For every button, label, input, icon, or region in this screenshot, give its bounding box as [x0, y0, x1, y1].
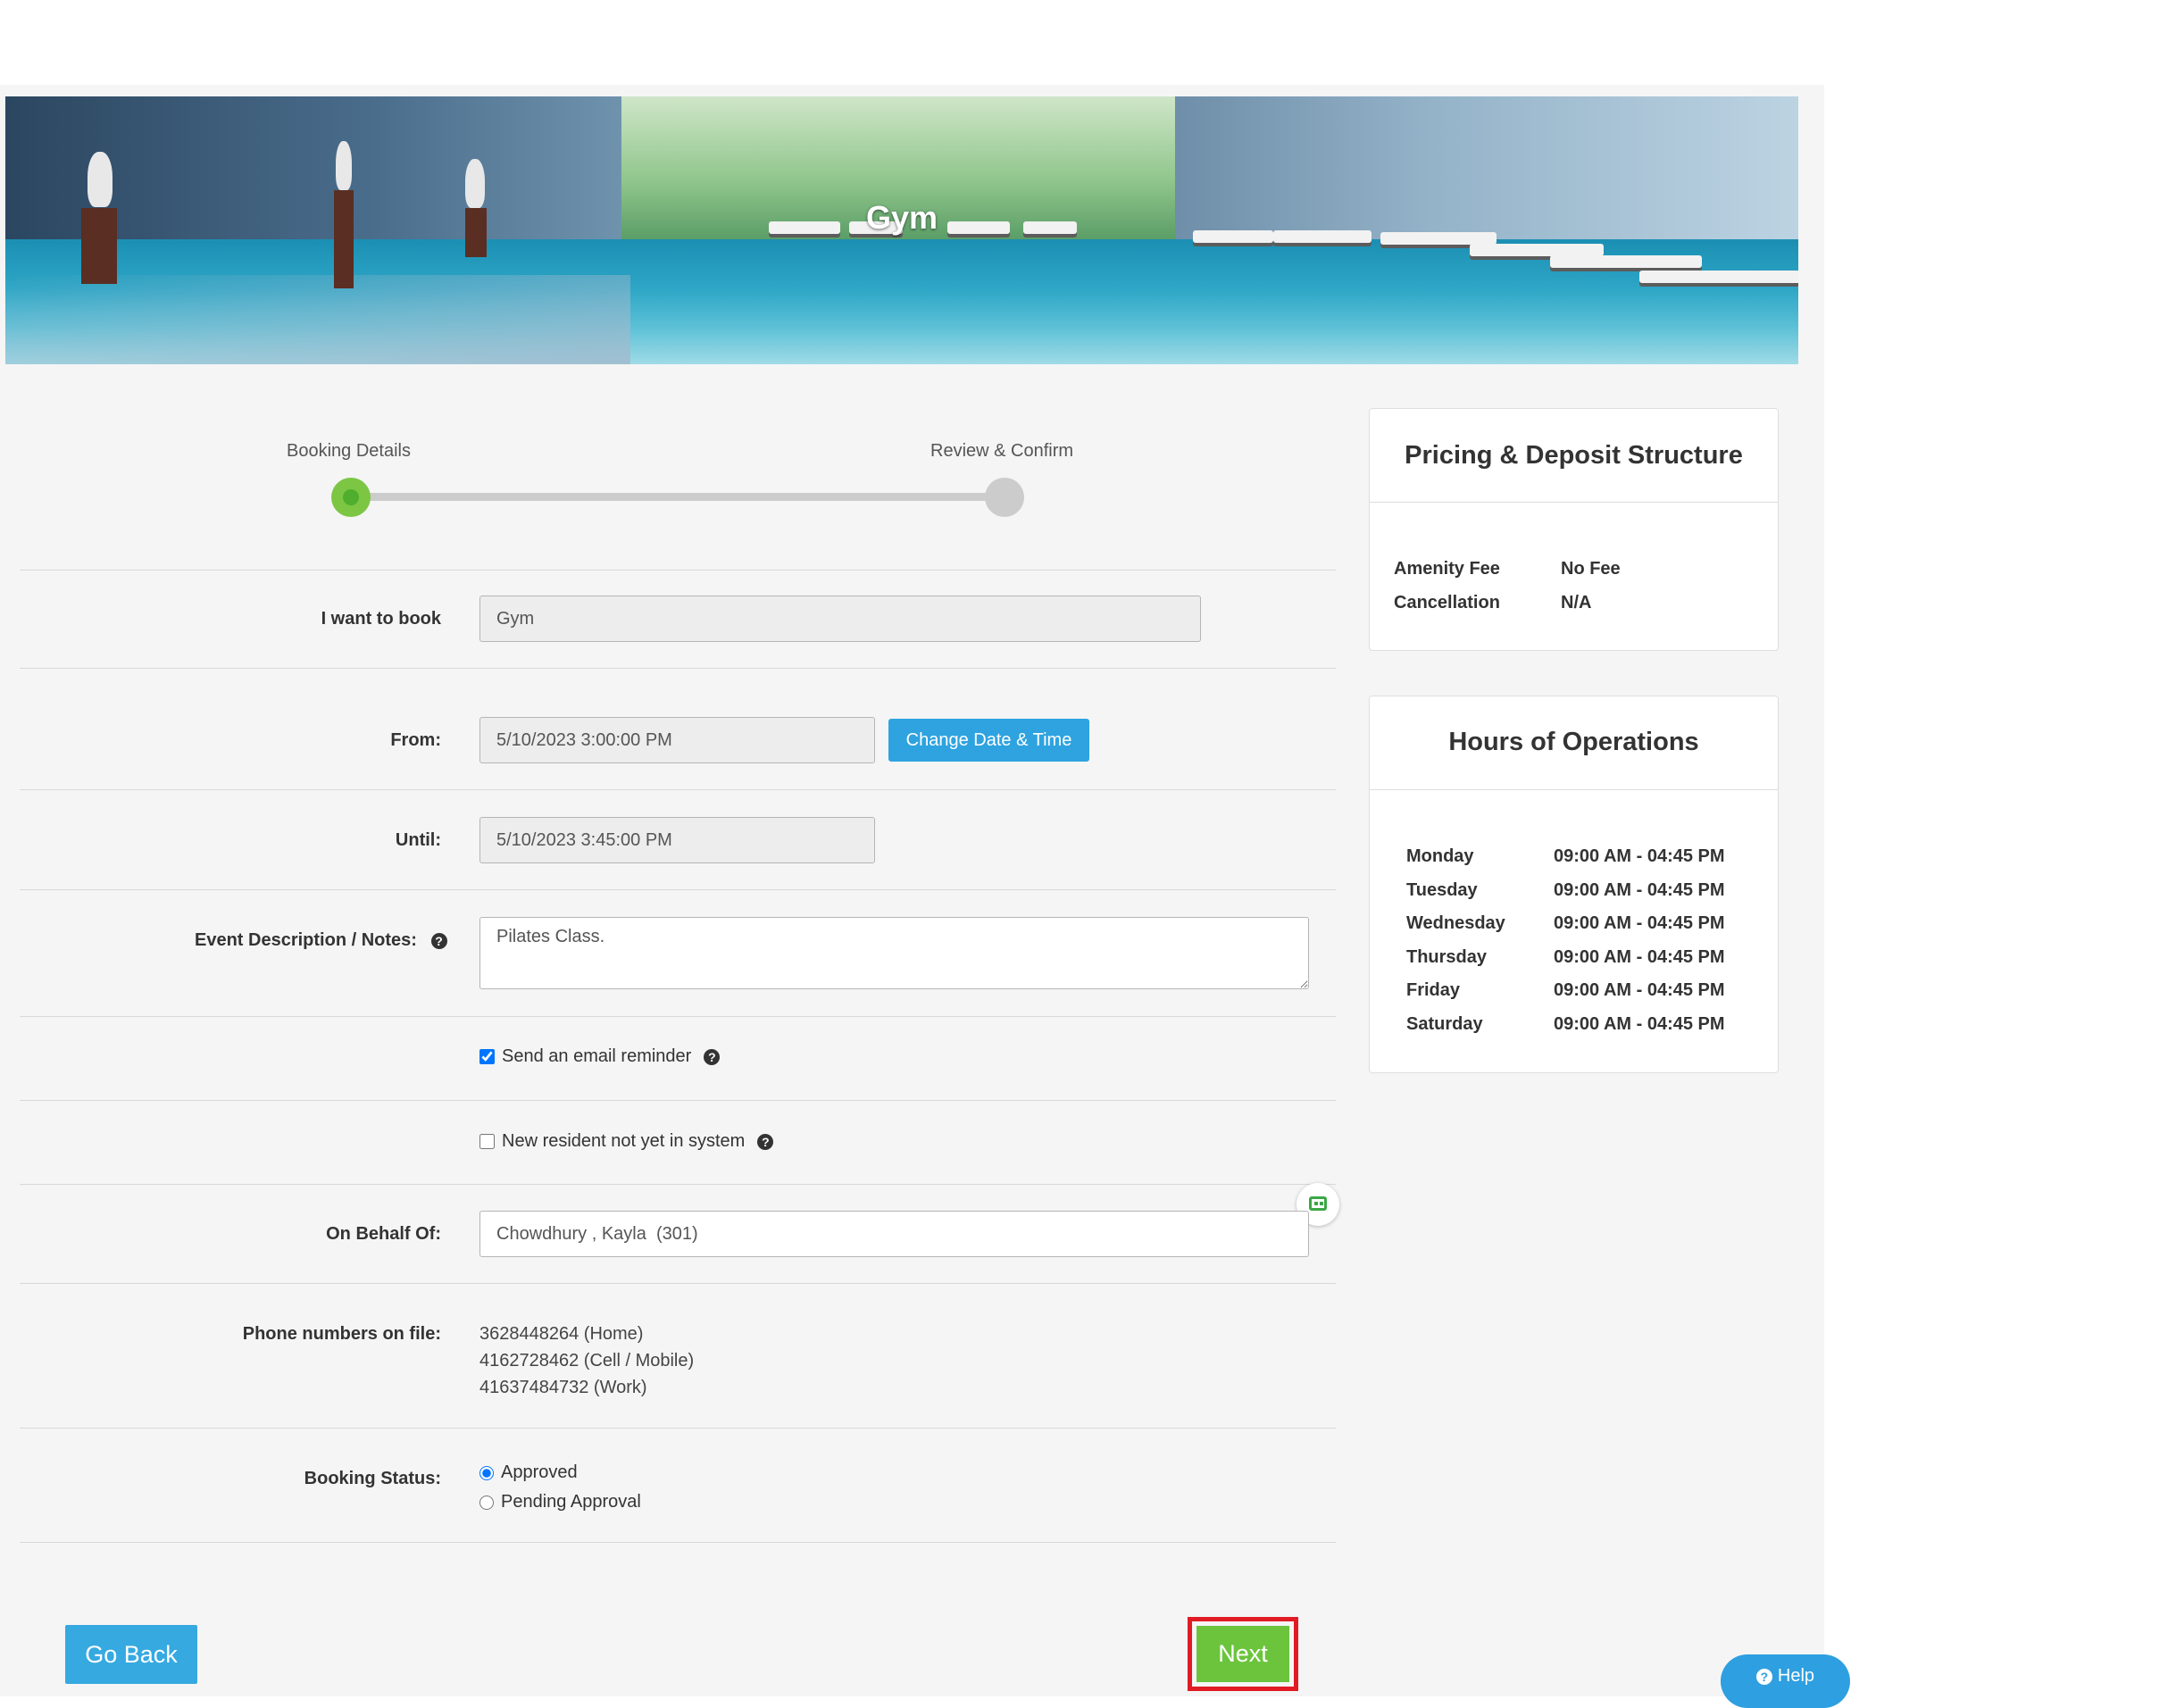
hours-time-saturday: 09:00 AM - 04:45 PM: [1554, 1014, 1725, 1034]
step-review-confirm-label: Review & Confirm: [930, 441, 1074, 461]
divider: [20, 1016, 1336, 1017]
question-circle-icon[interactable]: ?: [704, 1048, 721, 1065]
behalf-label: On Behalf Of:: [326, 1224, 441, 1244]
phones-label: Phone numbers on file:: [242, 1324, 441, 1344]
hours-time-friday: 09:00 AM - 04:45 PM: [1554, 980, 1725, 1000]
hours-time-thursday: 09:00 AM - 04:45 PM: [1554, 947, 1725, 967]
divider: [20, 789, 1336, 790]
new-resident-row: New resident not yet in system ?: [479, 1131, 774, 1152]
from-label: From:: [390, 730, 441, 750]
next-button[interactable]: Next: [1196, 1626, 1289, 1682]
email-reminder-checkbox[interactable]: [479, 1049, 495, 1064]
behalf-input[interactable]: [479, 1211, 1309, 1257]
phone-home: 3628448264 (Home): [479, 1324, 644, 1344]
pricing-amenity-fee-label: Amenity Fee: [1394, 559, 1500, 579]
divider: [20, 1283, 1336, 1284]
banner-title: Gym: [865, 199, 938, 236]
divider: [20, 1100, 1336, 1101]
from-datetime-input[interactable]: [479, 717, 875, 763]
until-datetime-input[interactable]: [479, 817, 875, 863]
hours-day-monday: Monday: [1406, 846, 1474, 866]
stepper-track: [350, 493, 1005, 501]
help-button[interactable]: ? Help: [1721, 1654, 1850, 1708]
divider: [20, 1428, 1336, 1429]
divider: [20, 1542, 1336, 1543]
change-date-time-button[interactable]: Change Date & Time: [888, 719, 1089, 762]
question-circle-icon[interactable]: ?: [757, 1133, 774, 1150]
help-button-label: Help: [1777, 1665, 1815, 1686]
hours-time-tuesday: 09:00 AM - 04:45 PM: [1554, 880, 1725, 900]
email-reminder-label: Send an email reminder: [502, 1046, 692, 1066]
divider: [20, 889, 1336, 890]
book-label: I want to book: [321, 609, 441, 629]
hours-day-tuesday: Tuesday: [1406, 880, 1478, 900]
pricing-title: Pricing & Deposit Structure: [1405, 441, 1743, 470]
status-pending-row: Pending Approval: [479, 1492, 641, 1512]
hours-day-wednesday: Wednesday: [1406, 913, 1505, 933]
step-booking-details-dot: [331, 478, 371, 517]
status-pending-radio[interactable]: [479, 1495, 494, 1510]
pricing-card: Pricing & Deposit Structure Amenity Fee …: [1369, 408, 1779, 651]
hours-day-saturday: Saturday: [1406, 1014, 1483, 1034]
new-resident-checkbox[interactable]: [479, 1134, 495, 1149]
status-label: Booking Status:: [304, 1469, 441, 1488]
hours-day-thursday: Thursday: [1406, 947, 1488, 967]
notes-label: Event Description / Notes: ?: [195, 930, 447, 951]
hours-title: Hours of Operations: [1448, 728, 1699, 756]
pricing-amenity-fee-value: No Fee: [1561, 559, 1621, 579]
status-approved-row: Approved: [479, 1462, 578, 1483]
divider: [20, 570, 1336, 571]
step-review-confirm-dot: [985, 478, 1024, 517]
phone-work: 41637484732 (Work): [479, 1378, 647, 1397]
hours-time-monday: 09:00 AM - 04:45 PM: [1554, 846, 1725, 866]
new-resident-label: New resident not yet in system: [502, 1131, 746, 1151]
divider: [20, 1184, 1336, 1185]
hours-card: Hours of Operations Monday 09:00 AM - 04…: [1369, 696, 1779, 1073]
notes-textarea[interactable]: Pilates Class.: [479, 917, 1309, 989]
go-back-button[interactable]: Go Back: [65, 1625, 197, 1684]
amenity-banner: Gym: [5, 96, 1798, 364]
hours-day-friday: Friday: [1406, 980, 1461, 1000]
until-label: Until:: [395, 830, 441, 850]
status-pending-label: Pending Approval: [501, 1492, 641, 1512]
pricing-cancellation-value: N/A: [1561, 593, 1592, 612]
amenity-input[interactable]: [479, 596, 1201, 642]
pricing-cancellation-label: Cancellation: [1394, 593, 1500, 612]
card-divider: [1370, 502, 1778, 503]
notes-label-text: Event Description / Notes:: [195, 930, 417, 950]
phone-cell: 4162728462 (Cell / Mobile): [479, 1351, 695, 1371]
step-booking-details-label: Booking Details: [287, 441, 411, 461]
status-approved-radio[interactable]: [479, 1465, 494, 1480]
hours-time-wednesday: 09:00 AM - 04:45 PM: [1554, 913, 1725, 933]
card-divider: [1370, 789, 1778, 790]
divider: [20, 668, 1336, 669]
help-question-icon: ?: [1755, 1668, 1772, 1685]
status-approved-label: Approved: [501, 1462, 578, 1482]
email-reminder-row: Send an email reminder ?: [479, 1046, 721, 1067]
question-circle-icon[interactable]: ?: [430, 932, 447, 949]
